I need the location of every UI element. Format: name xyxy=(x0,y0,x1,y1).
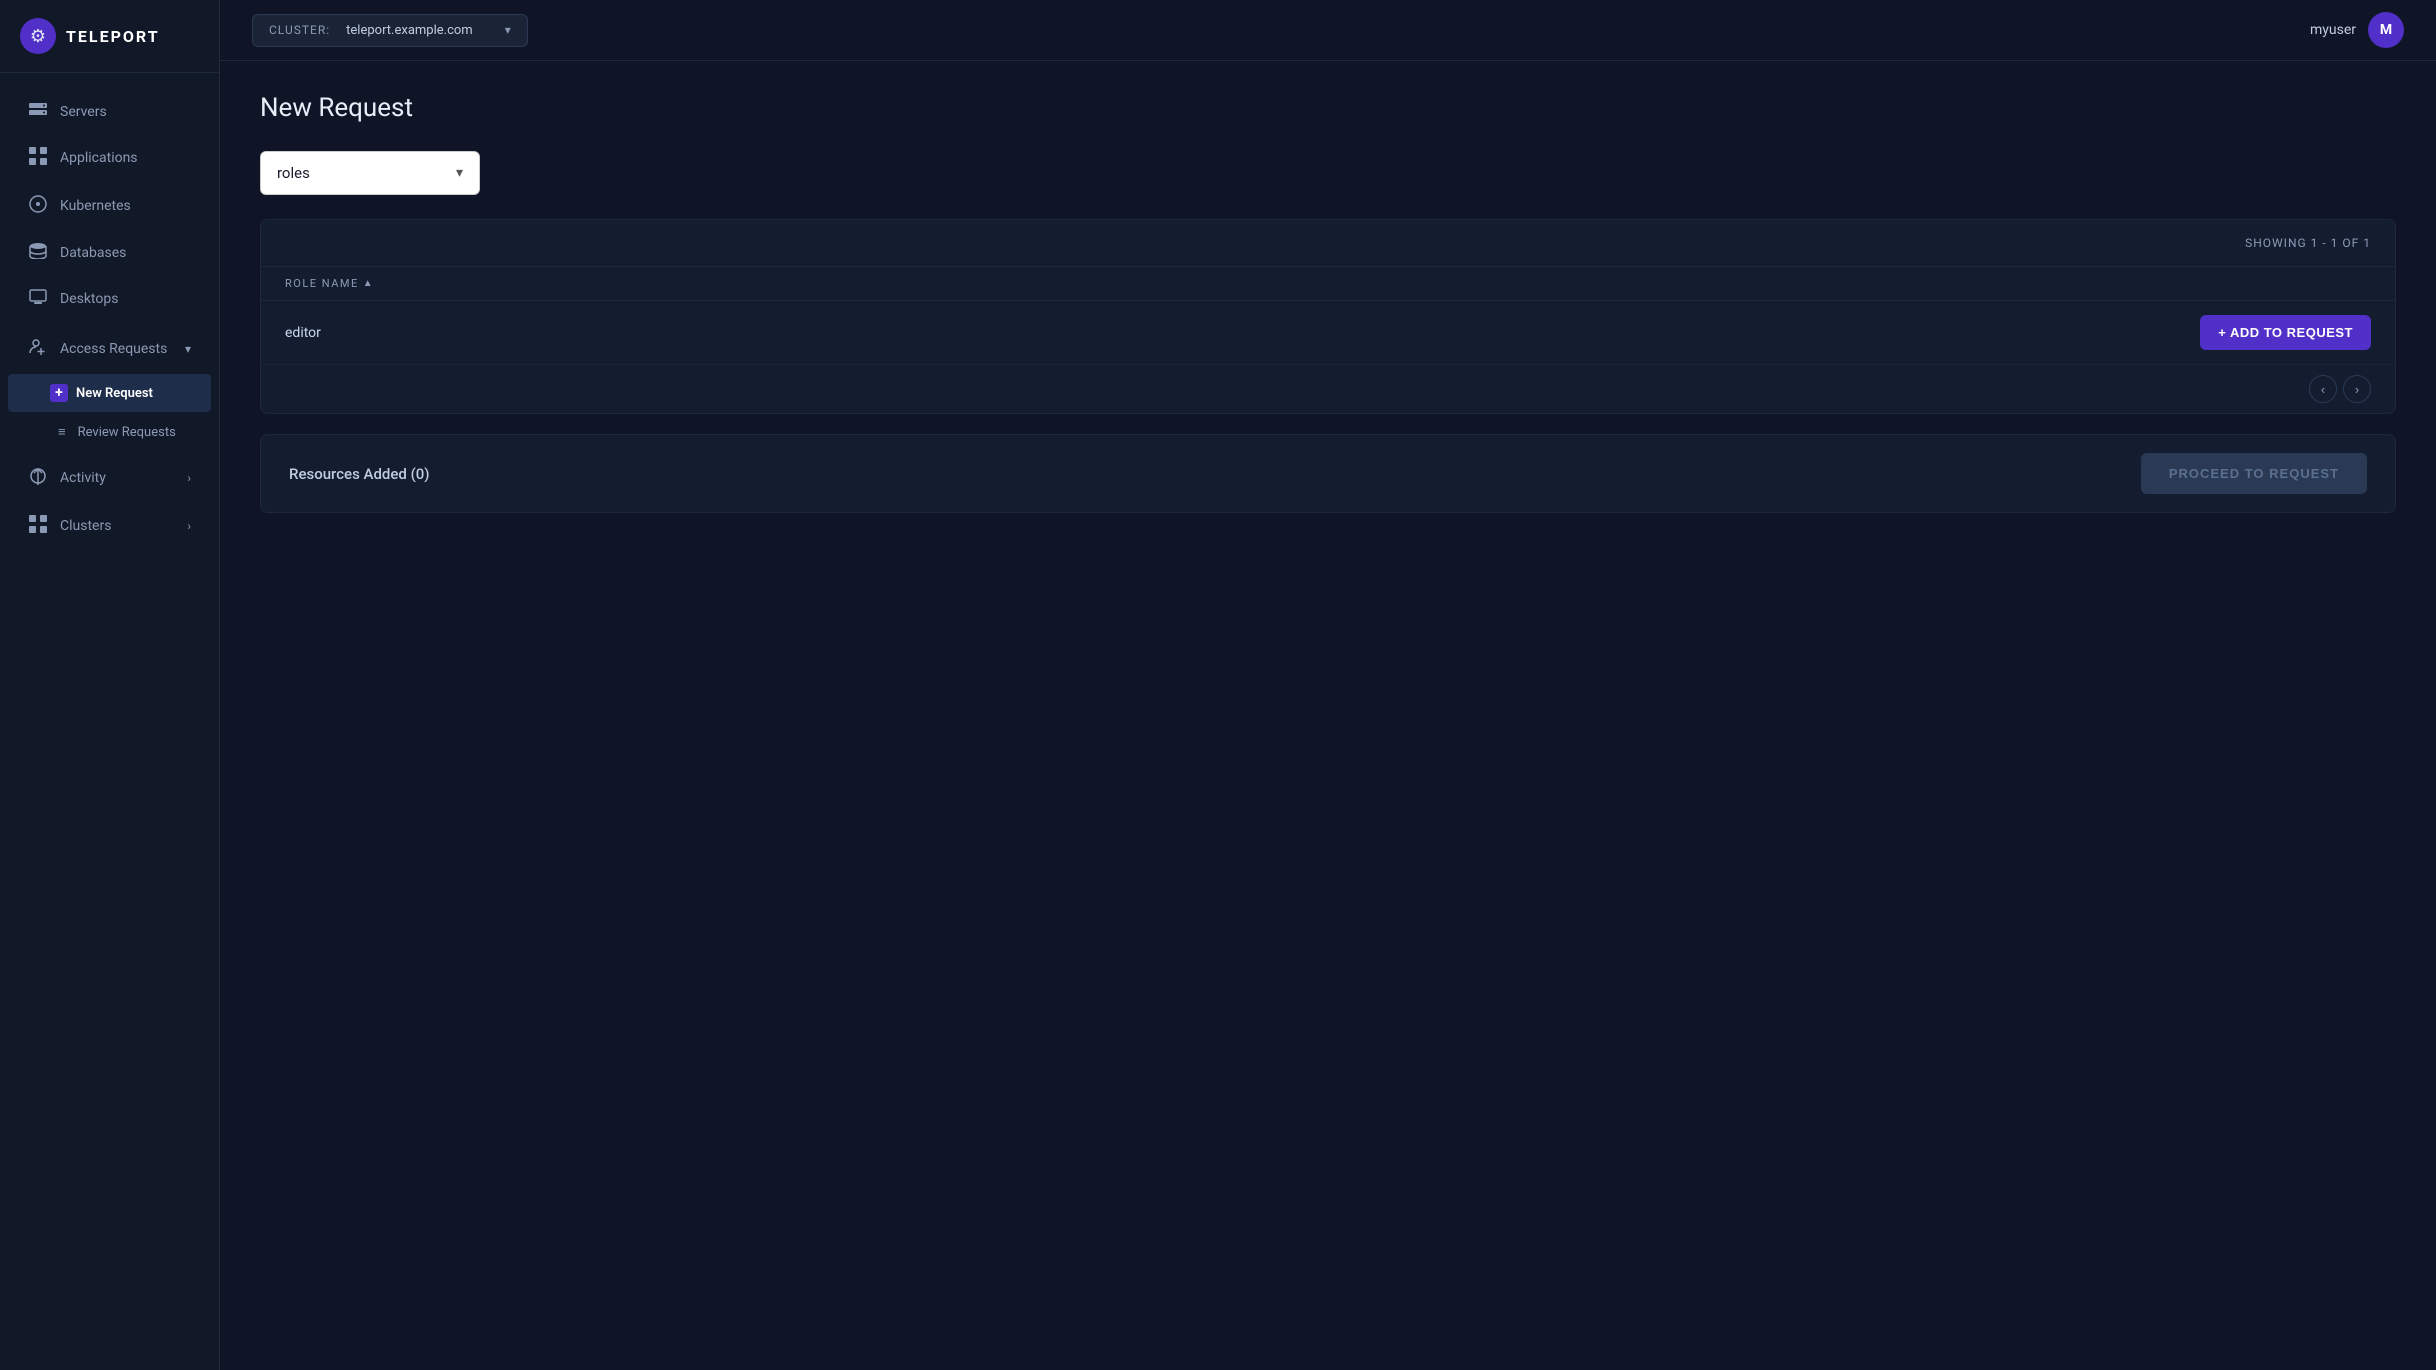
access-requests-icon xyxy=(28,338,48,360)
cluster-value: teleport.example.com xyxy=(346,23,473,38)
footer-bar: Resources Added (0) PROCEED TO REQUEST xyxy=(260,434,2396,513)
kubernetes-icon xyxy=(28,195,48,217)
page-body: New Request roles ▾ SHOWING 1 - 1 of 1 R… xyxy=(220,61,2436,1370)
logo[interactable]: ⚙ TELEPORT xyxy=(0,0,219,73)
table-column-header: ROLE NAME ▲ xyxy=(261,267,2395,301)
sidebar-item-kubernetes[interactable]: Kubernetes xyxy=(8,183,211,229)
applications-label: Applications xyxy=(60,150,138,166)
roles-table: SHOWING 1 - 1 of 1 ROLE NAME ▲ editor + … xyxy=(260,219,2396,414)
sort-arrow-up: ▲ xyxy=(363,278,374,289)
next-page-button[interactable]: › xyxy=(2343,375,2371,403)
activity-icon xyxy=(28,467,48,489)
role-name-column-header[interactable]: ROLE NAME ▲ xyxy=(285,277,374,290)
servers-label: Servers xyxy=(60,104,107,120)
activity-label: Activity xyxy=(60,470,106,486)
sidebar-item-access-requests[interactable]: Access Requests ▾ xyxy=(8,326,211,372)
sidebar-item-databases[interactable]: Databases xyxy=(8,231,211,275)
clusters-chevron: › xyxy=(187,519,191,533)
databases-icon xyxy=(28,243,48,263)
clusters-label: Clusters xyxy=(60,518,111,534)
main-content: CLUSTER: teleport.example.com ▾ myuser M… xyxy=(220,0,2436,1370)
topbar: CLUSTER: teleport.example.com ▾ myuser M xyxy=(220,0,2436,61)
sidebar-item-activity[interactable]: Activity › xyxy=(8,455,211,501)
resource-type-value: roles xyxy=(277,164,310,182)
review-requests-icon: ≡ xyxy=(58,424,66,440)
resource-type-dropdown[interactable]: roles ▾ xyxy=(260,151,480,195)
databases-label: Databases xyxy=(60,245,126,261)
applications-icon xyxy=(28,147,48,169)
table-row: editor + ADD TO REQUEST xyxy=(261,301,2395,365)
desktops-icon xyxy=(28,289,48,309)
role-name-cell: editor xyxy=(285,325,2200,341)
cluster-dropdown-icon: ▾ xyxy=(505,23,511,37)
new-request-plus-icon: + xyxy=(50,384,68,402)
desktops-label: Desktops xyxy=(60,291,118,307)
access-requests-label: Access Requests xyxy=(60,341,167,357)
cluster-selector[interactable]: CLUSTER: teleport.example.com ▾ xyxy=(252,14,528,47)
username: myuser xyxy=(2310,22,2356,38)
showing-count: SHOWING 1 - 1 of 1 xyxy=(2245,236,2371,250)
kubernetes-label: Kubernetes xyxy=(60,198,131,214)
proceed-to-request-button[interactable]: PROCEED TO REQUEST xyxy=(2141,453,2367,494)
sidebar: ⚙ TELEPORT Servers Applications Kubernet… xyxy=(0,0,220,1370)
access-requests-chevron: ▾ xyxy=(185,342,191,356)
cluster-label: CLUSTER: xyxy=(269,23,330,37)
prev-page-button[interactable]: ‹ xyxy=(2309,375,2337,403)
user-area: myuser M xyxy=(2310,12,2404,48)
resource-type-dropdown-icon: ▾ xyxy=(456,165,463,181)
logo-icon: ⚙ xyxy=(20,18,56,54)
sidebar-item-servers[interactable]: Servers xyxy=(8,90,211,133)
sidebar-item-review-requests[interactable]: ≡ Review Requests xyxy=(8,414,211,450)
pagination: ‹ › xyxy=(261,365,2395,413)
sidebar-item-new-request[interactable]: + New Request xyxy=(8,374,211,412)
new-request-label: New Request xyxy=(76,386,153,401)
servers-icon xyxy=(28,102,48,121)
sidebar-nav: Servers Applications Kubernetes Database… xyxy=(0,73,219,1370)
table-header-bar: SHOWING 1 - 1 of 1 xyxy=(261,220,2395,267)
user-avatar[interactable]: M xyxy=(2368,12,2404,48)
page-title: New Request xyxy=(260,93,2396,123)
add-to-request-button[interactable]: + ADD TO REQUEST xyxy=(2200,315,2371,350)
resources-added-label: Resources Added (0) xyxy=(289,465,430,483)
logo-text: TELEPORT xyxy=(66,27,160,46)
review-requests-label: Review Requests xyxy=(78,425,176,440)
sidebar-item-desktops[interactable]: Desktops xyxy=(8,277,211,321)
clusters-icon xyxy=(28,515,48,537)
sidebar-item-applications[interactable]: Applications xyxy=(8,135,211,181)
activity-chevron: › xyxy=(187,471,191,485)
sidebar-item-clusters[interactable]: Clusters › xyxy=(8,503,211,549)
